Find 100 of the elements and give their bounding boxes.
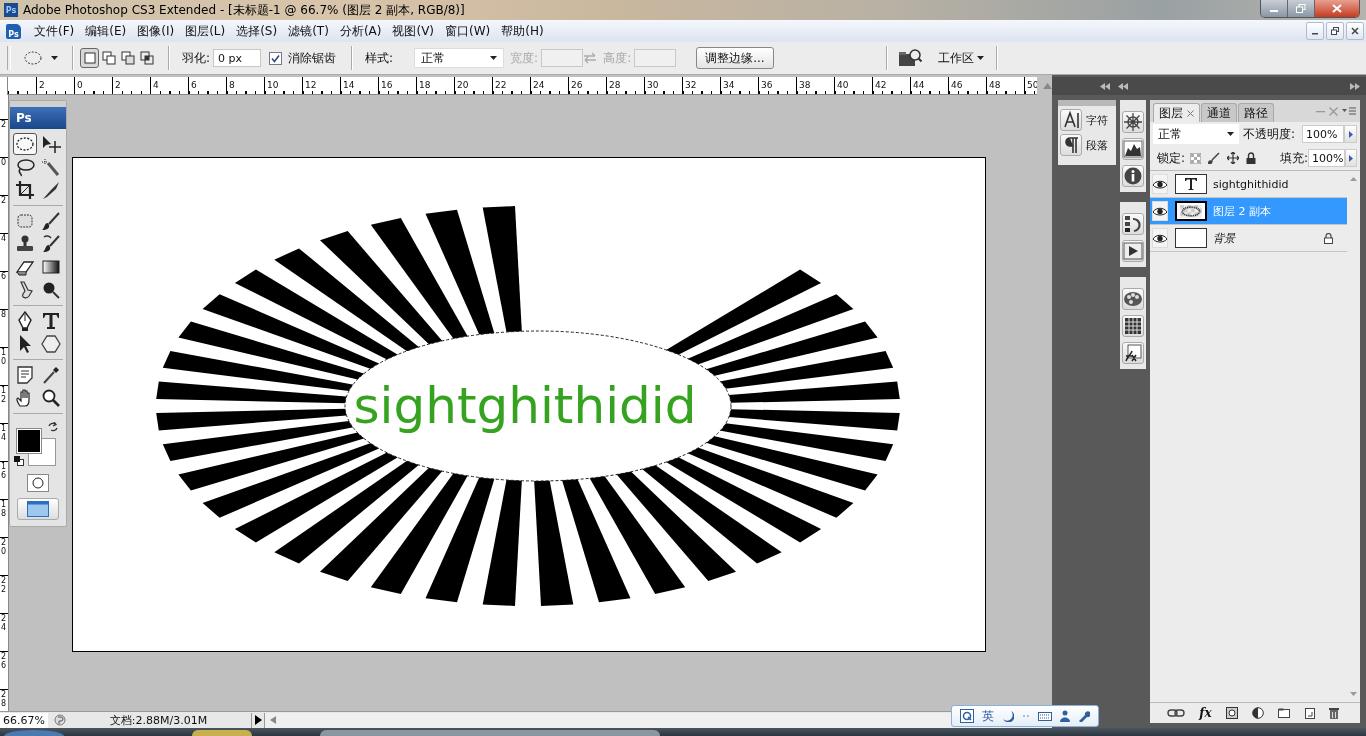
screen-mode-button[interactable] (17, 498, 59, 520)
ime-logo-icon (960, 709, 974, 723)
history-brush-icon (41, 234, 61, 254)
ruler-label: 28 (0, 690, 7, 708)
new-group-button[interactable] (1276, 708, 1293, 718)
minimize-button[interactable] (1261, 0, 1288, 17)
selection-mode-button[interactable] (80, 48, 99, 68)
layer-thumbnail (1175, 228, 1207, 248)
keyboard-icon (1038, 711, 1052, 721)
crop-tool[interactable] (13, 179, 37, 201)
menu-item[interactable]: 分析(A) (334, 22, 388, 40)
helm-icon (1123, 112, 1143, 132)
delete-layer-button[interactable] (1326, 707, 1341, 719)
menu-item[interactable]: 窗口(W) (440, 22, 497, 40)
workspace-menu[interactable]: 工作区 (937, 49, 984, 67)
lock-all-button[interactable] (1244, 152, 1259, 164)
shape-tool[interactable] (39, 333, 63, 355)
folder-search-icon (897, 48, 922, 68)
menu-item[interactable]: 图层(L) (180, 22, 232, 40)
close-button[interactable] (1346, 22, 1364, 40)
selection-mode-button[interactable] (137, 48, 156, 68)
ruler-label: 32 (684, 80, 697, 91)
width-label: 宽度: (510, 49, 539, 67)
character-panel-button[interactable] (1060, 109, 1082, 131)
maximize-button[interactable] (1288, 0, 1315, 17)
layer-style-button[interactable]: fx (1197, 706, 1214, 720)
actions-panel-button[interactable] (1122, 240, 1144, 262)
new-selection-icon (81, 50, 98, 66)
ruler-label: 38 (798, 80, 811, 91)
scroll-up-icon (1350, 177, 1357, 181)
info-panel-button[interactable] (1122, 165, 1144, 187)
lasso-icon (15, 157, 35, 177)
new-layer-button[interactable] (1302, 707, 1317, 719)
menu-item[interactable]: 滤镜(T) (283, 22, 335, 40)
paragraph-panel-button[interactable] (1060, 134, 1082, 156)
anti-alias-label: 消除锯齿 (288, 49, 337, 67)
opacity-field[interactable]: 100% (1302, 125, 1344, 143)
app-icon: Ps (4, 3, 18, 17)
visibility-toggle[interactable] (1152, 174, 1168, 194)
menu-item[interactable]: 文件(F) (29, 22, 81, 40)
selection-mode-button[interactable] (99, 48, 118, 68)
swatches-panel-button[interactable] (1122, 288, 1144, 310)
ruler-label: 2 (114, 80, 121, 91)
layer-row[interactable]: 背景 (1150, 225, 1347, 252)
close-button[interactable] (1315, 0, 1359, 17)
grid-panel-button[interactable] (1122, 315, 1144, 337)
histogram-panel-button[interactable] (1122, 138, 1144, 160)
visibility-toggle[interactable] (1152, 228, 1168, 248)
brush-tool[interactable] (39, 210, 63, 232)
ruler-label: 24 (0, 614, 7, 632)
ruler-label: 22 (494, 80, 507, 91)
fill-field[interactable]: 100% (1308, 149, 1346, 167)
styles-panel-button[interactable] (1122, 342, 1144, 364)
eye-icon (1153, 206, 1167, 216)
ruler-label: 10 (266, 80, 279, 91)
default-colors-icon (14, 456, 24, 466)
quick-mask-button[interactable] (27, 474, 49, 492)
collapse-icon (1100, 82, 1110, 90)
menu-item[interactable]: 编辑(E) (80, 22, 133, 40)
anti-alias-checkbox[interactable] (269, 51, 283, 65)
feather-field[interactable]: 0 px (213, 49, 262, 67)
ruler-label: 8 (228, 80, 235, 91)
input-mode-toggle[interactable]: 英 (982, 707, 994, 725)
swap-icon (583, 52, 598, 64)
panel-tab[interactable]: 图层 (1153, 103, 1200, 122)
menu-item[interactable]: 帮助(H) (496, 22, 550, 40)
navigator-panel-button[interactable] (1122, 111, 1144, 133)
panel-tab[interactable]: 通道 (1201, 103, 1237, 122)
caret-icon (976, 56, 984, 60)
refine-edge-button[interactable]: 调整边缘... (696, 47, 774, 69)
check-icon (271, 53, 281, 63)
style-dropdown[interactable]: 正常 (414, 48, 505, 68)
ellipse-marquee-tool[interactable] (13, 133, 37, 155)
history-panel-button[interactable] (1122, 213, 1144, 235)
link-layers-button[interactable] (1165, 709, 1188, 717)
character-label: 字符 (1086, 112, 1108, 128)
panel-tab[interactable]: 路径 (1238, 103, 1274, 122)
lock-pixels-button[interactable] (1206, 152, 1223, 164)
menu-item[interactable]: 视图(V) (387, 22, 441, 40)
visibility-toggle[interactable] (1152, 201, 1168, 221)
adjustment-layer-button[interactable] (1250, 707, 1267, 719)
blend-mode-dropdown[interactable]: 正常 (1153, 124, 1239, 144)
ruler-label: 18 (0, 500, 7, 518)
chain-link-icon (1167, 709, 1186, 717)
expand-icon (1350, 82, 1360, 90)
play-icon (254, 715, 262, 725)
ruler-label: 6 (190, 80, 197, 91)
zoom-field[interactable]: 66.67% (0, 712, 48, 728)
lock-label: 锁定: (1157, 149, 1186, 167)
menu-item[interactable]: 选择(S) (231, 22, 284, 40)
tool-preset-picker[interactable] (21, 48, 60, 68)
lock-position-button[interactable] (1225, 152, 1242, 164)
gradient-icon (41, 257, 61, 277)
eyedropper-icon (41, 365, 61, 385)
menu-item[interactable]: 图像(I) (132, 22, 181, 40)
fill-slider-button[interactable] (1345, 149, 1357, 167)
layer-mask-button[interactable] (1223, 707, 1240, 719)
restore-button[interactable] (1326, 22, 1344, 40)
opacity-slider-button[interactable] (1344, 125, 1357, 143)
selection-mode-button[interactable] (118, 48, 137, 68)
